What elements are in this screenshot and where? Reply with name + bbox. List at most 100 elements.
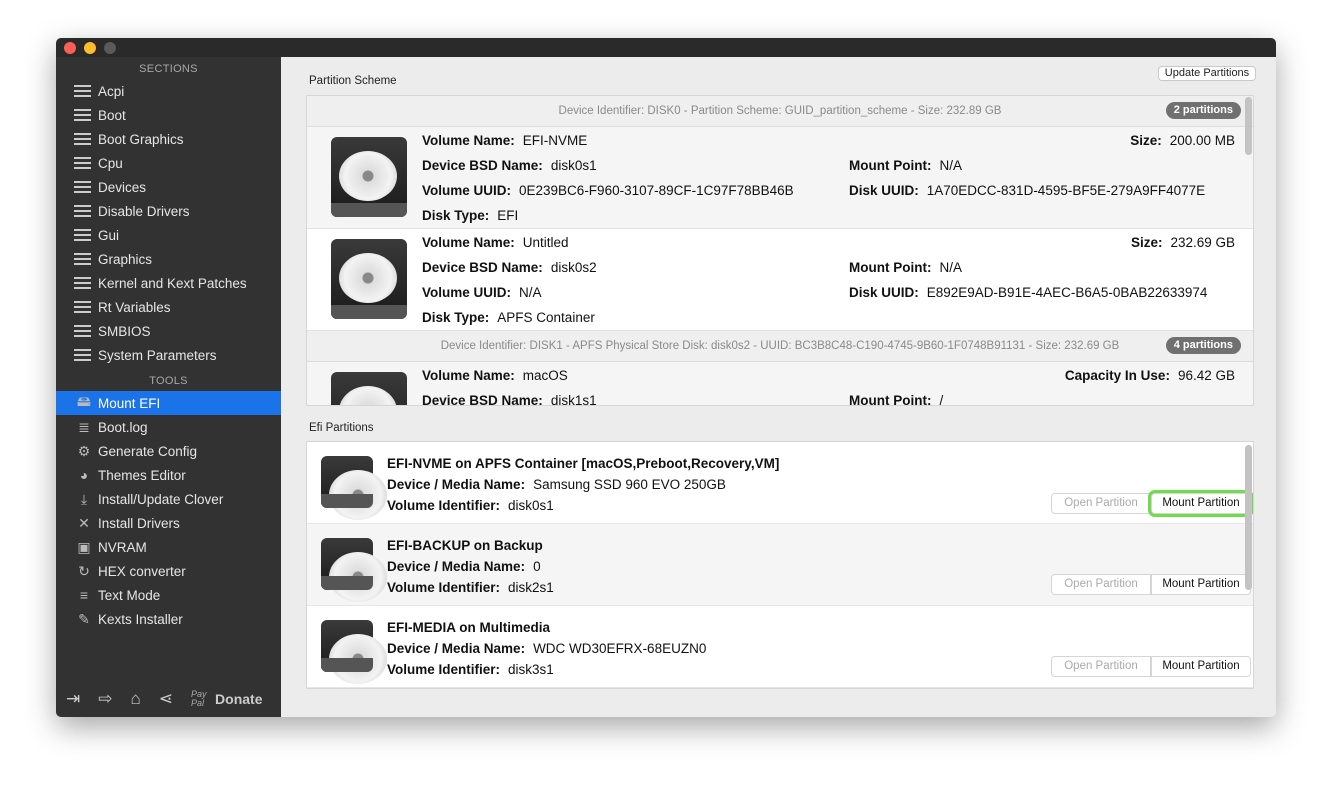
field: Mount Point: N/A <box>849 260 962 275</box>
field-label: Volume UUID: <box>422 285 512 300</box>
import-icon[interactable]: ⇥ <box>66 689 80 709</box>
field-value: EFI <box>497 208 519 223</box>
sidebar-item-tool[interactable]: ⚙ Generate Config <box>56 439 281 463</box>
update-partitions-button[interactable]: Update Partitions <box>1158 66 1256 81</box>
sidebar-item-section[interactable]: Cpu <box>56 151 281 175</box>
sidebar-item-tool[interactable]: ✕ Install Drivers <box>56 511 281 535</box>
sidebar-item-label: Gui <box>98 227 120 243</box>
sidebar-item-label: Cpu <box>98 155 123 171</box>
hard-disk-icon <box>321 620 387 684</box>
minimize-button[interactable] <box>84 42 96 54</box>
disk-icon: 🖴 <box>76 393 92 409</box>
mount-partition-button[interactable]: Mount Partition <box>1151 574 1251 595</box>
sidebar: SECTIONS Acpi Boot Boot Graphics Cpu Devices… <box>56 57 281 717</box>
field-label: Disk UUID: <box>849 285 919 300</box>
field-value: EFI-NVME <box>522 133 588 148</box>
sidebar-item-label: Generate Config <box>98 443 198 459</box>
field: Device / Media Name: Samsung SSD 960 EVO … <box>387 477 726 492</box>
efi-partition-row[interactable]: EFI-BACKUP on Backup Device / Media Name… <box>307 524 1253 606</box>
tools-icon: ✕ <box>78 514 90 531</box>
partition-row[interactable]: Volume Name: Untitled Device BSD Name: disk… <box>307 229 1253 331</box>
field-label: Mount Point: <box>849 393 932 406</box>
field: Volume Identifier: disk2s1 <box>387 580 554 595</box>
efi-scrollbar[interactable] <box>1245 445 1252 590</box>
field-value: disk3s1 <box>508 662 554 677</box>
field-value: disk1s1 <box>550 393 597 406</box>
sidebar-item-section[interactable]: Rt Variables <box>56 295 281 319</box>
sidebar-item-tool[interactable]: ↻ HEX converter <box>56 559 281 583</box>
sidebar-item-tool[interactable]: 🖴 Mount EFI <box>56 391 281 415</box>
palette-icon: ◕ <box>79 467 89 483</box>
sidebar-item-section[interactable]: System Parameters <box>56 343 281 367</box>
sidebar-item-label: Text Mode <box>98 587 161 603</box>
field-label: Disk Type: <box>422 310 490 325</box>
sidebar-item-section[interactable]: Kernel and Kext Patches <box>56 271 281 295</box>
field-label: Volume Identifier: <box>387 662 501 677</box>
sidebar-item-section[interactable]: Boot <box>56 103 281 127</box>
field-value: Samsung SSD 960 EVO 250GB <box>533 477 726 492</box>
zoom-button[interactable] <box>104 42 116 54</box>
hard-disk-icon <box>321 538 387 602</box>
sidebar-item-section[interactable]: SMBIOS <box>56 319 281 343</box>
close-button[interactable] <box>64 42 76 54</box>
partition-row[interactable]: Volume Name: EFI-NVME Device BSD Name: disk… <box>307 127 1253 229</box>
field-label: Disk Type: <box>422 208 490 223</box>
field-label: Volume Name: <box>422 235 515 250</box>
partition-scheme-panel[interactable]: Device Identifier: DISK0 - Partition Sch… <box>306 95 1254 406</box>
sidebar-item-tool[interactable]: ≣ Boot.log <box>56 415 281 439</box>
sidebar-item-section[interactable]: Graphics <box>56 247 281 271</box>
field: Capacity In Use: 96.42 GB <box>1065 368 1235 383</box>
field: Disk Type: APFS Container <box>422 310 595 325</box>
field-value: N/A <box>939 158 962 173</box>
list-icon <box>74 133 91 145</box>
hard-disk-icon <box>331 372 407 405</box>
open-partition-button[interactable]: Open Partition <box>1051 574 1151 595</box>
sidebar-item-section[interactable]: Acpi <box>56 79 281 103</box>
partition-scrollbar[interactable] <box>1245 97 1252 155</box>
sidebar-item-section[interactable]: Gui <box>56 223 281 247</box>
mount-partition-button[interactable]: Mount Partition <box>1151 656 1251 677</box>
home-icon[interactable]: ⌂ <box>131 689 141 709</box>
sidebar-item-tool[interactable]: ◕ Themes Editor <box>56 463 281 487</box>
field-label: Device / Media Name: <box>387 559 526 574</box>
efi-partitions-panel[interactable]: EFI-NVME on APFS Container [macOS,Preboo… <box>306 441 1254 689</box>
sidebar-item-label: Rt Variables <box>98 299 171 315</box>
field-label: Size: <box>1130 235 1163 250</box>
field: Disk UUID: 1A70EDCC-831D-4595-BF5E-279A9F… <box>849 183 1205 198</box>
sidebar-item-section[interactable]: Disable Drivers <box>56 199 281 223</box>
field-label: Disk UUID: <box>849 183 919 198</box>
sidebar-item-tool[interactable]: ≡ Text Mode <box>56 583 281 607</box>
efi-partition-row[interactable]: EFI-MEDIA on Multimedia Device / Media N… <box>307 606 1253 688</box>
partition-count-badge: 4 partitions <box>1165 337 1241 354</box>
mount-partition-button[interactable]: Mount Partition <box>1151 493 1251 514</box>
sidebar-item-section[interactable]: Boot Graphics <box>56 127 281 151</box>
field: Volume Identifier: disk3s1 <box>387 662 554 677</box>
partition-row[interactable]: Volume Name: macOS Device BSD Name: disk1s1… <box>307 362 1253 406</box>
sidebar-item-label: Kernel and Kext Patches <box>98 275 247 291</box>
field-label: Capacity In Use: <box>1064 368 1170 383</box>
app-window: SECTIONS Acpi Boot Boot Graphics Cpu Devices… <box>56 38 1276 717</box>
sidebar-item-tool[interactable]: ▣ NVRAM <box>56 535 281 559</box>
efi-title: EFI-NVME on APFS Container [macOS,Preboo… <box>387 456 780 471</box>
field: Size: 232.69 GB <box>1131 235 1235 250</box>
field-label: Device / Media Name: <box>387 477 526 492</box>
sidebar-item-tool[interactable]: ✎ Kexts Installer <box>56 607 281 631</box>
text-icon: ≡ <box>79 587 89 603</box>
share-icon[interactable]: ⋖ <box>159 689 173 709</box>
log-search-icon: ≣ <box>78 418 90 435</box>
sidebar-item-tool[interactable]: ⤓ Install/Update Clover <box>56 487 281 511</box>
field-label: Device BSD Name: <box>422 393 543 406</box>
export-icon[interactable]: ⇨ <box>98 689 112 709</box>
open-partition-button[interactable]: Open Partition <box>1051 493 1151 514</box>
open-partition-button[interactable]: Open Partition <box>1051 656 1151 677</box>
donate-button[interactable]: Pay Pal Donate <box>191 690 262 708</box>
field-value: disk0s1 <box>508 498 554 513</box>
field-label: Device BSD Name: <box>422 260 543 275</box>
sidebar-item-label: NVRAM <box>98 539 147 555</box>
field: Volume Identifier: disk0s1 <box>387 498 554 513</box>
field: Size: 200.00 MB <box>1130 133 1235 148</box>
sidebar-item-label: Boot.log <box>98 419 148 435</box>
sidebar-item-section[interactable]: Devices <box>56 175 281 199</box>
field: Device BSD Name: disk0s1 <box>422 158 597 173</box>
efi-partition-row[interactable]: EFI-NVME on APFS Container [macOS,Preboo… <box>307 442 1253 524</box>
